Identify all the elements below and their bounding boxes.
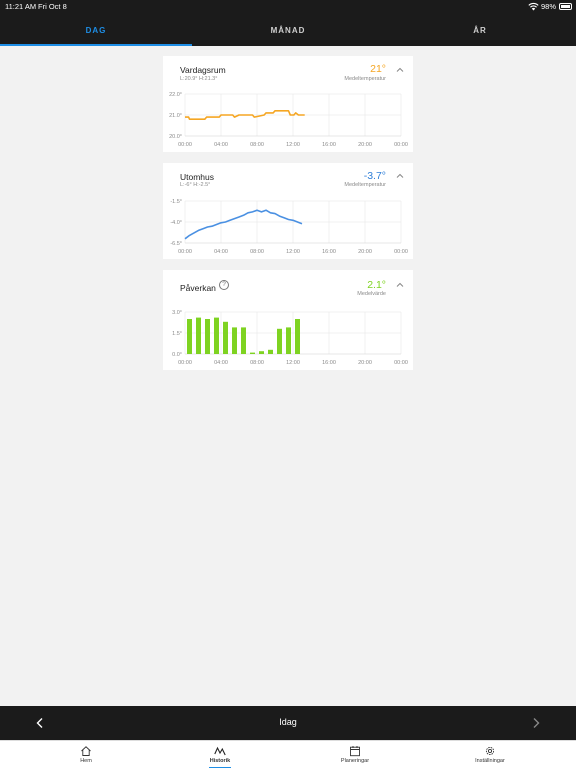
x-tick-label: 04:00 bbox=[214, 249, 228, 255]
average-value: -3.7° bbox=[363, 170, 386, 182]
bottom-tab-bar: Hem Historik Planeringar Inställningar bbox=[0, 740, 576, 768]
bottom-tab-label: Inställningar bbox=[475, 758, 505, 764]
y-tick-label: 3.0° bbox=[172, 310, 182, 316]
x-tick-label: 00:00 bbox=[394, 360, 408, 366]
x-tick-label: 08:00 bbox=[250, 142, 264, 148]
x-tick-label: 12:00 bbox=[286, 249, 300, 255]
bar bbox=[295, 319, 300, 354]
bar bbox=[250, 352, 255, 354]
card-title: Vardagsrum bbox=[180, 65, 226, 75]
x-tick-label: 04:00 bbox=[214, 142, 228, 148]
status-bar: 11:21 AM Fri Oct 8 98% bbox=[0, 0, 576, 14]
card-utomhus: Utomhus L:-6° H:-2.5° -3.7° Medeltempera… bbox=[163, 163, 413, 259]
tab-manad[interactable]: MÅNAD bbox=[192, 14, 384, 46]
y-tick-label: 0.0° bbox=[172, 352, 182, 358]
chevron-up-icon[interactable] bbox=[396, 172, 404, 180]
vardagsrum-chart: 00:00 04:00 08:00 12:00 16:00 20:00 00:00 22.0°… bbox=[169, 92, 408, 148]
battery-percent: 98% bbox=[541, 2, 557, 11]
bar bbox=[214, 317, 219, 354]
bar bbox=[286, 327, 291, 354]
help-icon[interactable]: ? bbox=[219, 280, 229, 290]
bar bbox=[241, 327, 246, 354]
card-title: Påverkan bbox=[180, 283, 216, 293]
home-icon bbox=[81, 746, 91, 756]
x-tick-label: 00:00 bbox=[394, 249, 408, 255]
chevron-up-icon[interactable] bbox=[396, 66, 404, 74]
average-label: Medeltemperatur bbox=[344, 182, 386, 188]
bar bbox=[277, 328, 282, 354]
average-value: 2.1° bbox=[367, 279, 386, 291]
card-title: Utomhus bbox=[180, 172, 215, 182]
status-time: 11:21 AM bbox=[5, 2, 37, 11]
x-tick-label: 08:00 bbox=[250, 249, 264, 255]
bottom-tab-label: Planeringar bbox=[340, 758, 370, 764]
current-date-label: Idag bbox=[279, 717, 297, 727]
x-tick-label: 20:00 bbox=[358, 360, 372, 366]
bottom-tab-hem[interactable]: Hem bbox=[51, 745, 121, 764]
card-vardagsrum: Vardagsrum L:20.9° H:21.3° 21° Medeltemp… bbox=[163, 56, 413, 152]
average-label: Medeltemperatur bbox=[344, 76, 386, 82]
date-navigation: Idag bbox=[0, 706, 576, 740]
status-date: Fri Oct 8 bbox=[38, 2, 67, 11]
x-tick-label: 12:00 bbox=[286, 360, 300, 366]
bottom-tab-historik[interactable]: Historik bbox=[185, 745, 255, 768]
x-tick-label: 16:00 bbox=[322, 360, 336, 366]
period-tabs: DAG MÅNAD ÅR bbox=[0, 14, 576, 46]
x-tick-label: 20:00 bbox=[358, 249, 372, 255]
card-subtitle: L:20.9° H:21.3° bbox=[180, 76, 218, 82]
x-tick-label: 16:00 bbox=[322, 142, 336, 148]
x-tick-label: 16:00 bbox=[322, 249, 336, 255]
bottom-tab-planeringar[interactable]: Planeringar bbox=[320, 745, 390, 764]
history-icon bbox=[214, 746, 226, 756]
x-tick-label: 00:00 bbox=[178, 142, 192, 148]
average-value: 21° bbox=[370, 63, 386, 75]
battery-icon bbox=[559, 3, 572, 10]
paverkan-chart: 00:00 04:00 08:00 12:00 16:00 20:00 00:00 3.0° 1… bbox=[172, 310, 408, 366]
wifi-icon bbox=[528, 3, 539, 11]
y-tick-label: 20.0° bbox=[169, 134, 182, 140]
x-tick-label: 04:00 bbox=[214, 360, 228, 366]
utomhus-chart: 00:00 04:00 08:00 12:00 16:00 20:00 00:00 -1.5°… bbox=[170, 199, 408, 255]
bar bbox=[232, 327, 237, 354]
x-tick-label: 00:00 bbox=[394, 142, 408, 148]
x-tick-label: 00:00 bbox=[178, 249, 192, 255]
x-tick-label: 00:00 bbox=[178, 360, 192, 366]
y-tick-label: 21.0° bbox=[169, 113, 182, 119]
bar bbox=[259, 351, 264, 354]
x-tick-label: 08:00 bbox=[250, 360, 264, 366]
bar bbox=[196, 317, 201, 354]
chevron-right-icon[interactable] bbox=[530, 717, 542, 729]
card-subtitle: L:-6° H:-2.5° bbox=[180, 182, 211, 188]
bottom-tab-label: Hem bbox=[80, 758, 92, 764]
calendar-icon bbox=[350, 746, 360, 757]
card-paverkan: Påverkan ? 2.1° Medelvärde 00:00 04:00 08:… bbox=[163, 270, 413, 370]
x-tick-label: 20:00 bbox=[358, 142, 372, 148]
tab-dag[interactable]: DAG bbox=[0, 14, 192, 46]
bottom-tab-label: Historik bbox=[209, 758, 231, 764]
gear-icon bbox=[485, 746, 495, 756]
y-tick-label: -1.5° bbox=[170, 199, 182, 205]
y-tick-label: -6.5° bbox=[170, 241, 182, 247]
y-tick-label: 1.5° bbox=[172, 331, 182, 337]
bar bbox=[205, 319, 210, 354]
y-tick-label: -4.0° bbox=[170, 220, 182, 226]
chevron-up-icon[interactable] bbox=[396, 281, 404, 289]
bar bbox=[223, 321, 228, 354]
tab-ar[interactable]: ÅR bbox=[384, 14, 576, 46]
y-tick-label: 22.0° bbox=[169, 92, 182, 98]
x-tick-label: 12:00 bbox=[286, 142, 300, 148]
bottom-tab-installningar[interactable]: Inställningar bbox=[455, 745, 525, 764]
average-label: Medelvärde bbox=[357, 291, 386, 297]
series-line bbox=[184, 209, 303, 240]
bar bbox=[268, 349, 273, 354]
bar bbox=[187, 319, 192, 354]
